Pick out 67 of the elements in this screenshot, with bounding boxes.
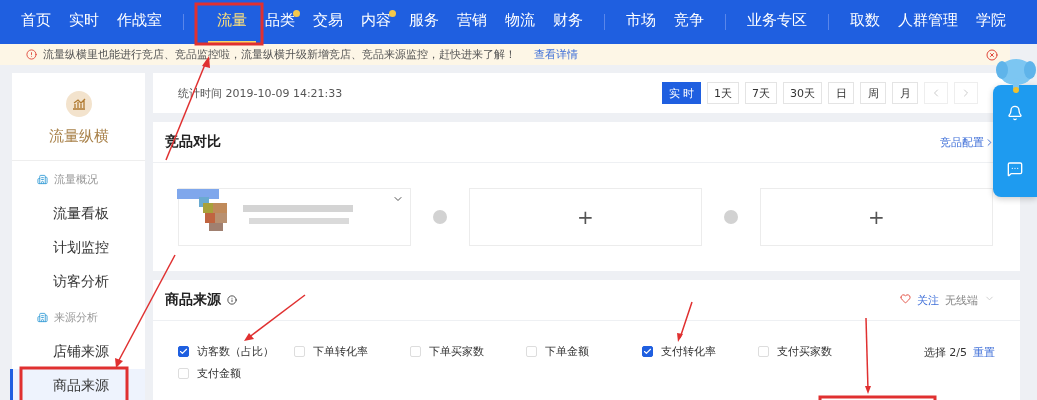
close-icon[interactable]	[986, 48, 998, 61]
notice-text: 流量纵横里也能进行竞店、竞品监控啦，流量纵横升级新增竞店、竞品来源监控，赶快进来了解！	[43, 47, 516, 62]
nav-tab[interactable]: 内容	[352, 0, 400, 44]
range-button[interactable]: 1天	[707, 82, 739, 104]
nav-tab[interactable]: 品类	[256, 0, 304, 44]
next-button[interactable]	[954, 82, 978, 104]
metric-checkbox[interactable]: 支付转化率	[642, 345, 758, 357]
section-heading: 流量概况	[54, 171, 98, 187]
metric-checkbox[interactable]: 下单买家数	[410, 345, 526, 357]
nav-tab[interactable]: 市场	[617, 0, 665, 44]
section-heading: 来源分析	[54, 309, 98, 325]
chat-icon[interactable]	[1007, 161, 1023, 177]
annotation-box	[194, 2, 264, 46]
building-icon	[37, 311, 48, 323]
bell-icon[interactable]	[1007, 105, 1023, 121]
sidebar-item[interactable]: 店铺来源	[10, 335, 145, 369]
metric-checkbox[interactable]: 下单金额	[526, 345, 642, 357]
checkbox[interactable]	[642, 345, 653, 357]
range-button[interactable]: 30天	[783, 82, 822, 104]
elephant-mascot	[996, 56, 1036, 94]
heart-icon	[900, 292, 911, 304]
nav-tab[interactable]: 作战室	[108, 0, 171, 44]
nav-tab[interactable]: 学院	[967, 0, 1015, 44]
nav-tab[interactable]: 取数	[841, 0, 889, 44]
nav-tab[interactable]: 服务	[400, 0, 448, 44]
nav-tab[interactable]: 物流	[496, 0, 544, 44]
selection-count: 选择 2/5	[923, 345, 967, 360]
metric-checkbox[interactable]: 访客数（占比）	[178, 345, 294, 357]
details-link[interactable]: 查看详情	[534, 47, 578, 62]
nav-tab[interactable]: 竞争	[665, 0, 713, 44]
range-button[interactable]: 日	[828, 82, 854, 104]
nav-tab[interactable]: 人群管理	[889, 0, 967, 44]
product-slot[interactable]	[178, 188, 411, 246]
card-title: 商品来源	[165, 291, 221, 309]
vs-icon	[433, 210, 447, 224]
follow-link[interactable]: 关注	[917, 292, 939, 308]
nav-tab[interactable]: 实时	[60, 0, 108, 44]
chart-icon	[65, 91, 92, 117]
nav-tab[interactable]: 营销	[448, 0, 496, 44]
annotation-arrow	[244, 294, 306, 341]
annotation-arrow	[677, 301, 693, 342]
range-button[interactable]: 7天	[745, 82, 777, 104]
sidebar-title: 流量纵横	[48, 127, 109, 146]
config-link-text[interactable]: 竞品配置	[940, 134, 984, 150]
alert-icon	[26, 49, 37, 60]
nav-tab[interactable]: 首页	[12, 0, 60, 44]
sidebar-item[interactable]: 计划监控	[10, 231, 145, 265]
info-icon	[227, 295, 237, 305]
nav-tab[interactable]: 业务专区	[738, 0, 816, 44]
nav-tab[interactable]: 交易	[304, 0, 352, 44]
device-select[interactable]: 无线端	[945, 292, 978, 308]
range-button[interactable]: 周	[860, 82, 886, 104]
metric-checkbox[interactable]: 支付买家数	[758, 345, 874, 357]
sidebar-item[interactable]: 访客分析	[10, 265, 145, 299]
add-slot[interactable]: +	[469, 188, 702, 246]
range-button[interactable]: 实 时	[661, 82, 701, 104]
previous-button[interactable]	[924, 82, 948, 104]
range-button[interactable]: 月	[892, 82, 918, 104]
vs-icon	[724, 210, 738, 224]
checkbox[interactable]	[178, 345, 189, 357]
add-slot[interactable]: +	[760, 188, 993, 246]
nav-tab[interactable]: 财务	[544, 0, 592, 44]
metric-checkbox[interactable]: 支付金额	[178, 367, 294, 379]
metric-checkbox[interactable]: 下单转化率	[294, 345, 410, 357]
building-icon	[37, 173, 48, 185]
sidebar-item[interactable]: 流量看板	[10, 197, 145, 231]
reset-link[interactable]: 重置	[973, 345, 995, 360]
